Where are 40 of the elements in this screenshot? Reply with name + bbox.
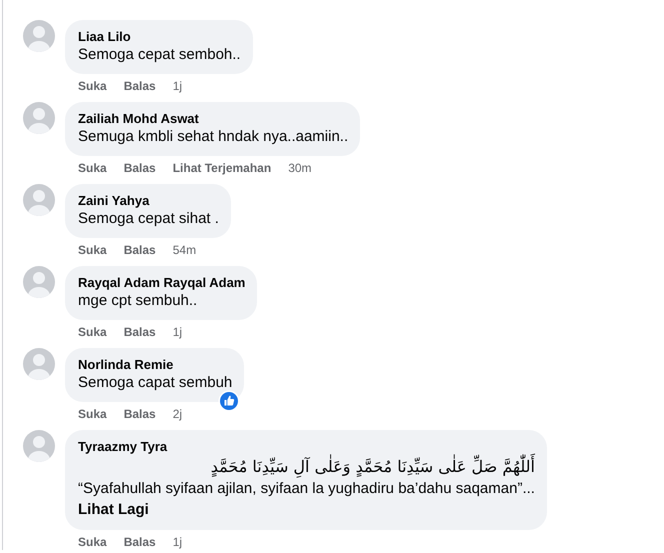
avatar[interactable] bbox=[23, 184, 55, 216]
timestamp[interactable]: 1j bbox=[172, 324, 182, 340]
comment-text: أَللّٰهُمَّ صَلِّ عَلٰى سَيِّدِنَا مُحَمَّدٍ وَعَلٰى آلِ سَيِّدِنَا مُحَمَّدٍ bbox=[210, 455, 535, 479]
action-link[interactable]: Suka bbox=[78, 78, 107, 94]
action-link[interactable]: Lihat Terjemahan bbox=[172, 160, 272, 176]
timestamp[interactable]: 54m bbox=[172, 242, 196, 258]
comment-text: Semoga cepat sihat . bbox=[78, 209, 219, 229]
action-link[interactable]: Suka bbox=[78, 324, 107, 340]
author-name[interactable]: Tyraazmy Tyra bbox=[78, 438, 535, 455]
action-link[interactable]: Balas bbox=[124, 534, 156, 550]
avatar[interactable] bbox=[23, 348, 55, 380]
action-link[interactable]: Suka bbox=[78, 534, 107, 550]
action-link[interactable]: Balas bbox=[124, 160, 156, 176]
avatar[interactable] bbox=[23, 20, 55, 52]
action-link[interactable]: Suka bbox=[78, 160, 107, 176]
author-name[interactable]: Rayqal Adam Rayqal Adam bbox=[78, 274, 246, 291]
action-link[interactable]: Balas bbox=[124, 78, 156, 94]
action-link[interactable]: Balas bbox=[124, 324, 156, 340]
action-link[interactable]: Suka bbox=[78, 406, 107, 422]
timestamp[interactable]: 2j bbox=[172, 406, 182, 422]
action-link[interactable]: Balas bbox=[124, 242, 156, 258]
author-name[interactable]: Liaa Lilo bbox=[78, 28, 241, 45]
see-more-link[interactable]: Lihat Lagi bbox=[78, 499, 149, 521]
comment-text: Semuga kmbli sehat hndak nya..aamiin.. bbox=[78, 127, 348, 147]
comment-text: “Syafahullah syifaan ajilan, syifaan la yughadiru ba’dahu saqaman”... bbox=[78, 479, 535, 499]
timestamp[interactable]: 30m bbox=[288, 160, 312, 176]
action-link[interactable]: Balas bbox=[124, 406, 156, 422]
comment-text: Semoga cepat semboh.. bbox=[78, 45, 241, 65]
timestamp[interactable]: 1j bbox=[172, 78, 182, 94]
action-link[interactable]: Suka bbox=[78, 242, 107, 258]
author-name[interactable]: Zailiah Mohd Aswat bbox=[78, 110, 348, 127]
avatar[interactable] bbox=[23, 266, 55, 298]
author-name[interactable]: Norlinda Remie bbox=[78, 356, 232, 373]
author-name[interactable]: Zaini Yahya bbox=[78, 192, 219, 209]
timestamp[interactable]: 1j bbox=[172, 534, 182, 550]
like-icon[interactable] bbox=[218, 390, 240, 412]
avatar[interactable] bbox=[23, 430, 55, 462]
avatar[interactable] bbox=[23, 102, 55, 134]
comment-text: Semoga capat sembuh bbox=[78, 373, 232, 393]
comment-text: mge cpt sembuh.. bbox=[78, 291, 198, 311]
